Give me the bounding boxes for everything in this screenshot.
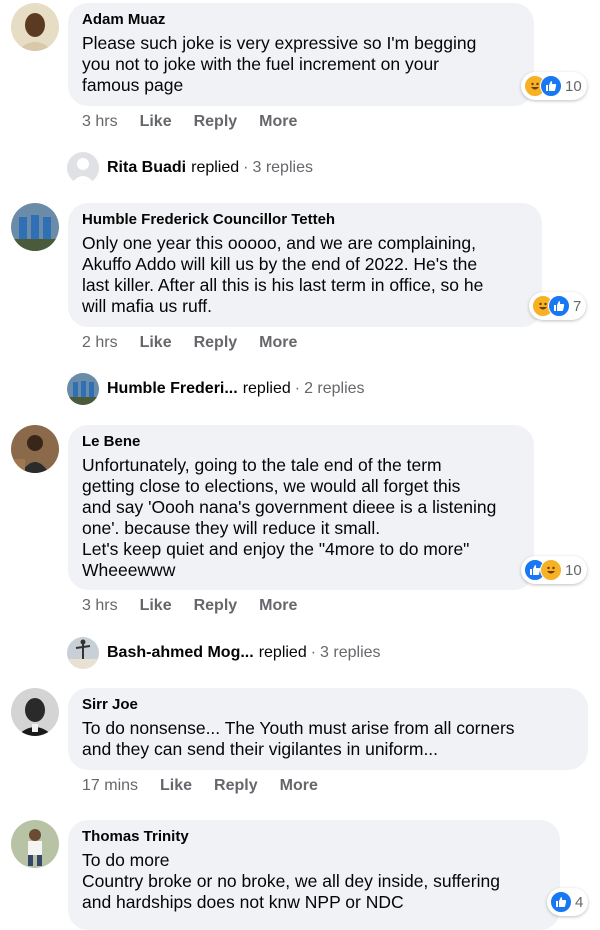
comment-bubble: Sirr Joe To do nonsense... The Youth mus…	[68, 688, 588, 770]
like-button[interactable]: Like	[140, 597, 172, 615]
comment-author[interactable]: Thomas Trinity	[82, 828, 546, 846]
like-button[interactable]: Like	[140, 334, 172, 352]
timestamp[interactable]: 3 hrs	[82, 113, 118, 131]
comment-actions: 3 hrs Like Reply More	[82, 113, 319, 131]
like-reaction-icon	[548, 295, 570, 317]
avatar[interactable]	[11, 203, 59, 251]
comment-text: Only one year this ooooo, and we are com…	[82, 233, 484, 316]
reply-button[interactable]: Reply	[194, 113, 238, 131]
like-button[interactable]: Like	[140, 113, 172, 131]
more-button[interactable]: More	[259, 334, 297, 352]
haha-reaction-icon	[540, 559, 562, 581]
reaction-count: 10	[565, 77, 582, 95]
avatar[interactable]	[11, 3, 59, 51]
reaction-count: 4	[575, 893, 584, 911]
comment-text: To do nonsense... The Youth must arise f…	[82, 718, 515, 759]
comment-text: To do more Country broke or no broke, we…	[82, 850, 500, 912]
like-reaction-icon	[550, 891, 572, 913]
replied-label: replied	[242, 380, 291, 397]
avatar	[67, 373, 99, 405]
reaction-summary[interactable]: 10	[521, 72, 587, 100]
comment-text: Unfortunately, going to the tale end of …	[82, 455, 497, 580]
reply-author: Humble Frederi...	[107, 380, 238, 397]
reply-count: 3 replies	[252, 159, 313, 176]
comment-bubble: Le Bene Unfortunately, going to the tale…	[68, 425, 534, 590]
view-replies-link[interactable]: Humble Frederi... replied · 2 replies	[67, 373, 365, 405]
reaction-count: 10	[565, 561, 582, 579]
comment-author[interactable]: Sirr Joe	[82, 696, 574, 714]
comment-actions: 2 hrs Like Reply More	[82, 334, 319, 352]
comment-bubble: Thomas Trinity To do more Country broke …	[68, 820, 560, 930]
like-button[interactable]: Like	[160, 777, 192, 795]
reaction-summary[interactable]: 7	[529, 292, 587, 320]
comment-actions: 17 mins Like Reply More	[82, 777, 340, 795]
comment-text: Please such joke is very expressive so I…	[82, 33, 477, 95]
more-button[interactable]: More	[259, 113, 297, 131]
reaction-summary[interactable]: 10	[521, 556, 587, 584]
avatar[interactable]	[11, 688, 59, 736]
reply-author: Bash-ahmed Mog...	[107, 644, 254, 661]
view-replies-link[interactable]: Bash-ahmed Mog... replied · 3 replies	[67, 637, 381, 669]
replied-label: replied	[258, 644, 307, 661]
replied-label: replied	[191, 159, 240, 176]
reply-button[interactable]: Reply	[194, 334, 238, 352]
comment-bubble: Adam Muaz Please such joke is very expre…	[68, 3, 534, 106]
avatar[interactable]	[11, 820, 59, 868]
timestamp[interactable]: 3 hrs	[82, 597, 118, 615]
reply-count: 3 replies	[320, 644, 381, 661]
comment-author[interactable]: Adam Muaz	[82, 11, 520, 29]
timestamp[interactable]: 2 hrs	[82, 334, 118, 352]
reaction-summary[interactable]: 4	[547, 888, 589, 916]
more-button[interactable]: More	[259, 597, 297, 615]
reply-button[interactable]: Reply	[214, 777, 258, 795]
comment-author[interactable]: Humble Frederick Councillor Tetteh	[82, 211, 528, 229]
reply-author: Rita Buadi	[107, 159, 187, 176]
separator: ·	[243, 159, 249, 176]
comment-bubble: Humble Frederick Councillor Tetteh Only …	[68, 203, 542, 327]
view-replies-link[interactable]: Rita Buadi replied · 3 replies	[67, 152, 313, 184]
like-reaction-icon	[540, 75, 562, 97]
avatar[interactable]	[11, 425, 59, 473]
avatar	[67, 152, 99, 184]
reply-count: 2 replies	[304, 380, 365, 397]
timestamp[interactable]: 17 mins	[82, 777, 138, 795]
more-button[interactable]: More	[280, 777, 318, 795]
reply-button[interactable]: Reply	[194, 597, 238, 615]
comment-author[interactable]: Le Bene	[82, 433, 520, 451]
separator: ·	[310, 644, 317, 661]
comment-actions: 3 hrs Like Reply More	[82, 597, 319, 615]
separator: ·	[294, 380, 301, 397]
reaction-count: 7	[573, 297, 582, 315]
avatar	[67, 637, 99, 669]
